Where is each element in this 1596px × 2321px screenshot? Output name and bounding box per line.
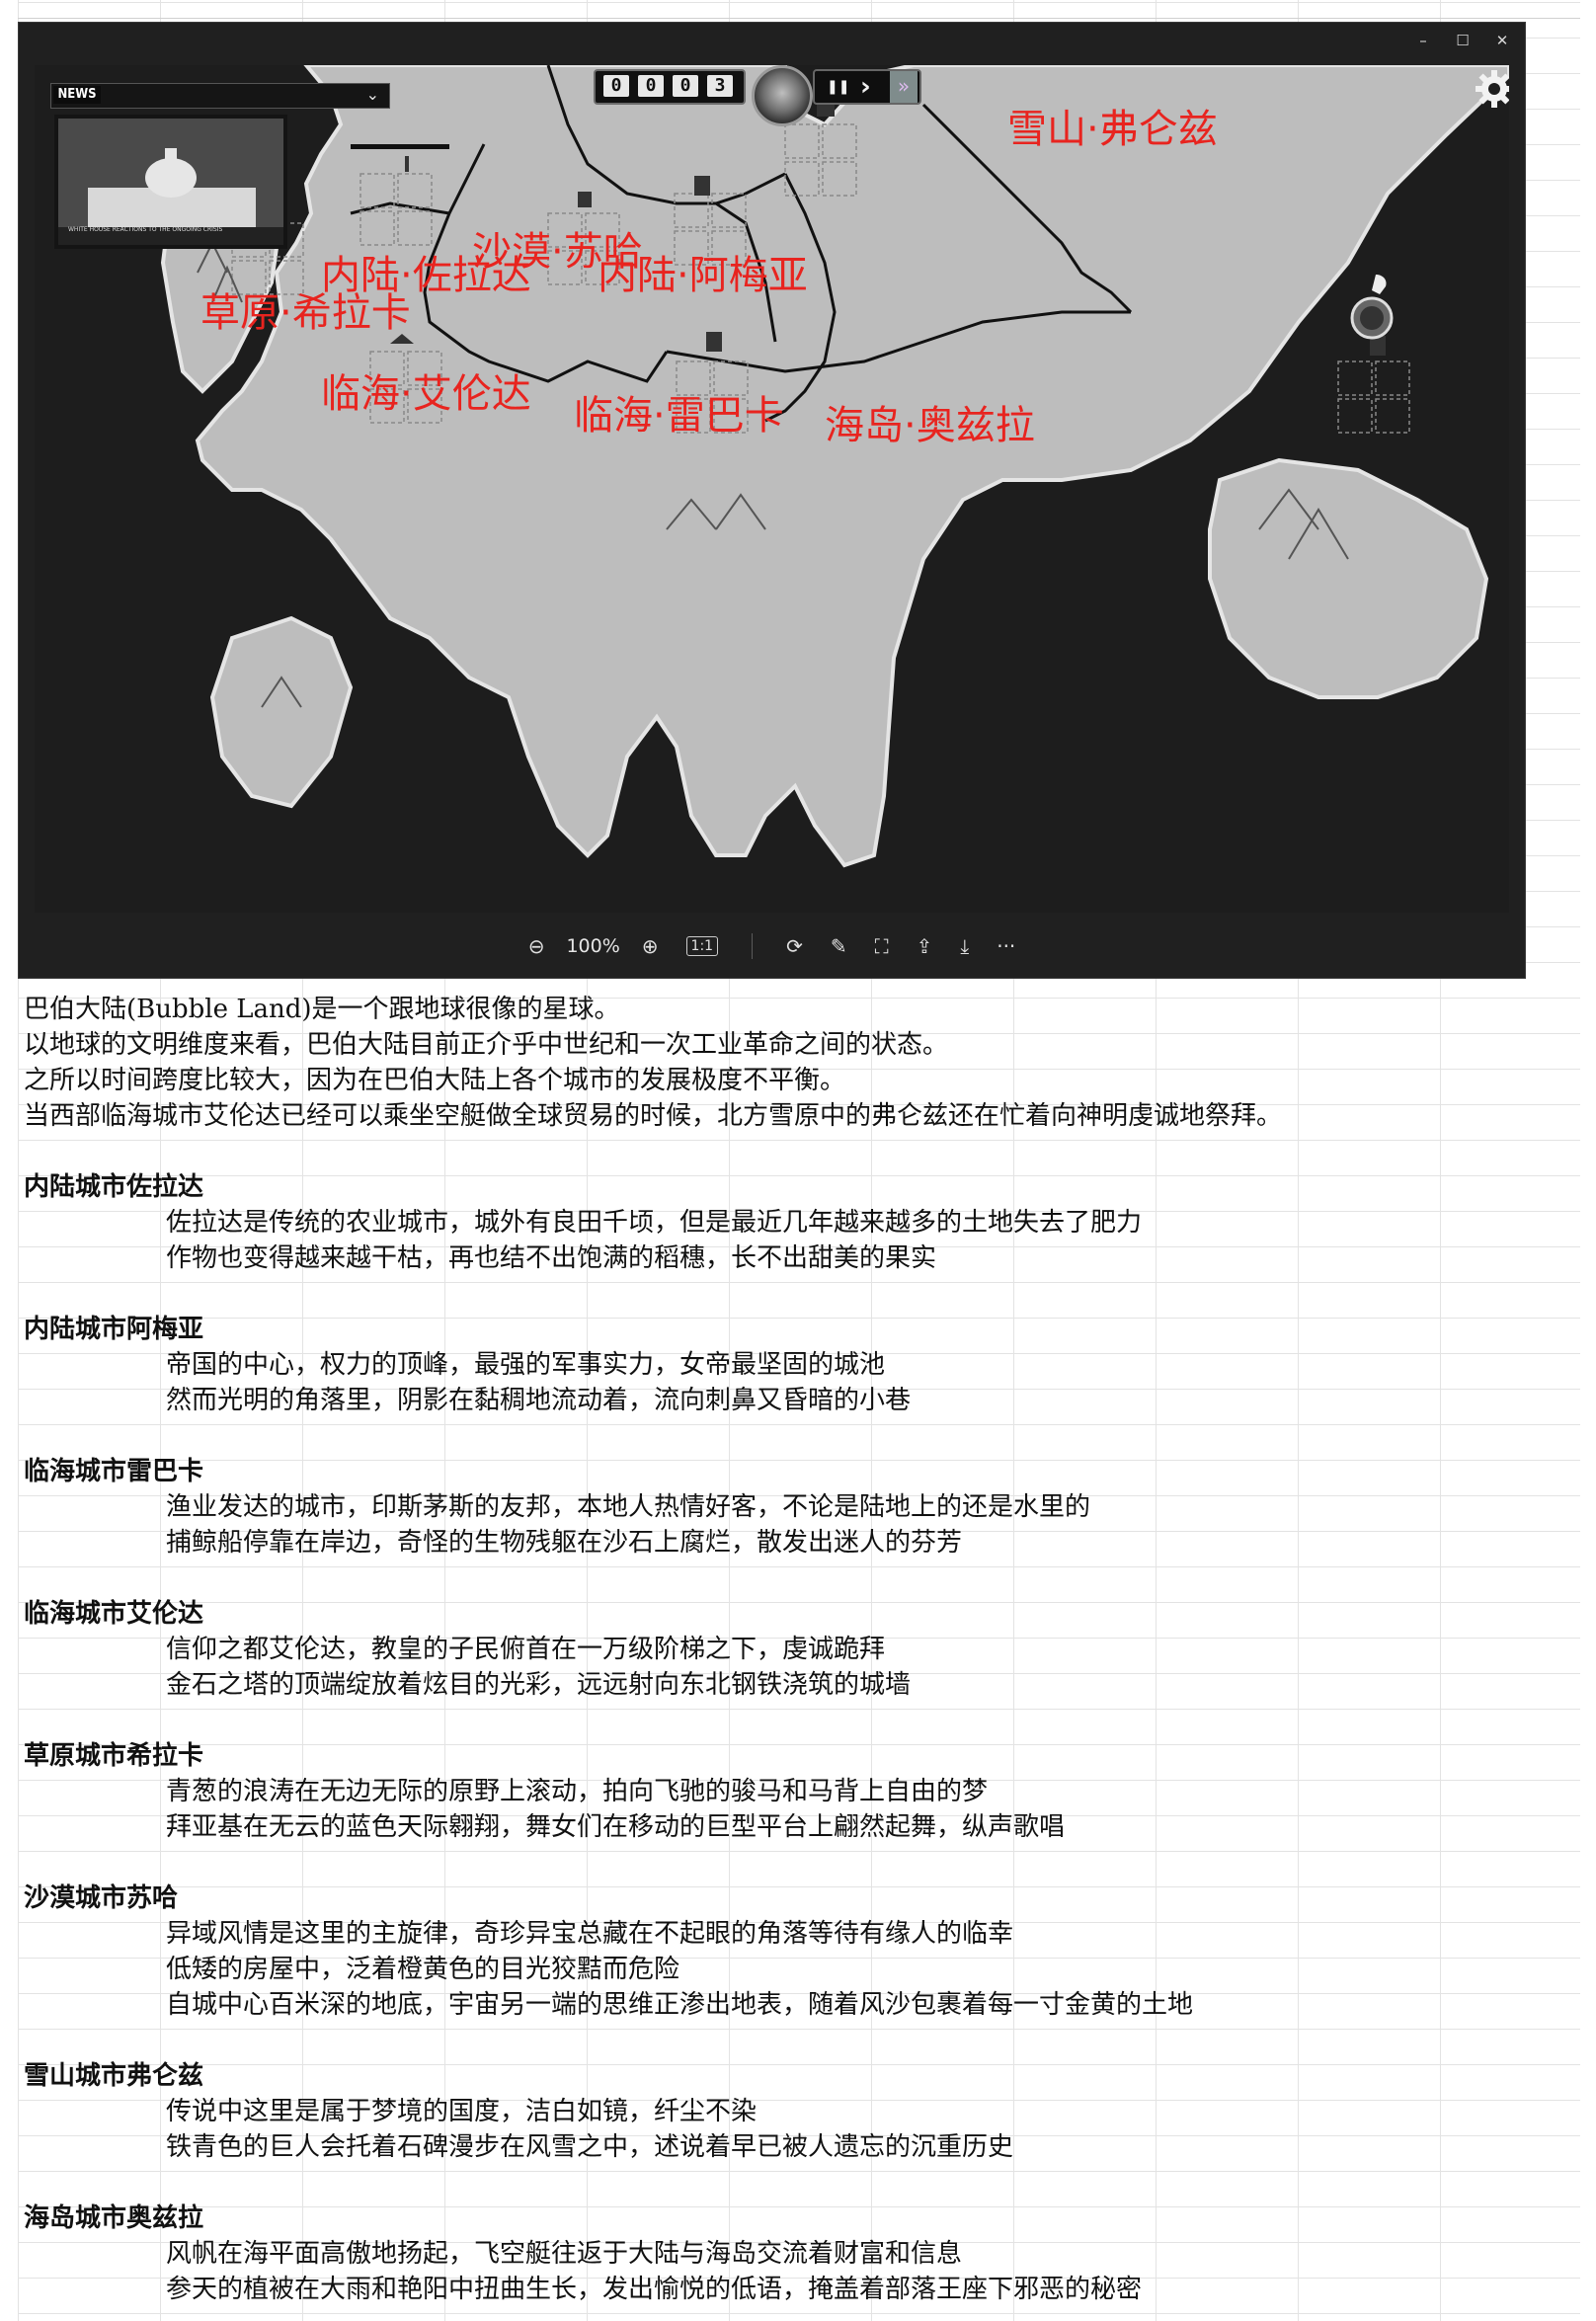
- play-button[interactable]: ›: [860, 73, 871, 101]
- section-line: 异域风情是这里的主旋律，奇珍异宝总藏在不起眼的角落等待有缘人的临幸: [166, 1919, 1014, 1949]
- news-panel: NEWS ⌄ WHITE HOUSE REACTIONS TO THE ONGO…: [50, 83, 390, 249]
- counter-digit: 0: [638, 75, 664, 97]
- window-controls: – ☐ ✕: [1410, 29, 1515, 52]
- chevron-down-icon[interactable]: ⌄: [366, 85, 379, 104]
- section-line: 渔业发达的城市，印斯茅斯的友邦，本地人热情好客，不论是陆地上的还是水里的: [166, 1492, 1091, 1522]
- close-button[interactable]: ✕: [1489, 29, 1515, 52]
- zoom-out-icon[interactable]: ⊖: [528, 934, 545, 958]
- section-line: 拜亚基在无云的蓝色天际翱翔，舞女们在移动的巨型平台上翩然起舞，纵声歌唱: [166, 1812, 1066, 1842]
- intro-line: 当西部临海城市艾伦达已经可以乘坐空艇做全球贸易的时候，北方雪原中的弗仑兹还在忙着…: [24, 1101, 1283, 1131]
- section-title: 海岛城市奥兹拉: [24, 2203, 204, 2233]
- counter-digit: 0: [603, 75, 629, 97]
- map-image: NEWS ⌄ WHITE HOUSE REACTIONS TO THE ONGO…: [35, 65, 1509, 913]
- intro-line: 以地球的文明维度来看，巴伯大陆目前正介乎中世纪和一次工业革命之间的状态。: [24, 1030, 949, 1060]
- news-thumbnail[interactable]: WHITE HOUSE REACTIONS TO THE ONGOING CRI…: [54, 115, 287, 249]
- crop-icon[interactable]: ⛶: [875, 934, 889, 958]
- section-title: 草原城市希拉卡: [24, 1741, 204, 1771]
- region-label-leibaka: 临海·雷巴卡: [574, 393, 784, 439]
- zoom-in-icon[interactable]: ⊕: [642, 934, 659, 958]
- section-title: 内陆城市阿梅亚: [24, 1315, 204, 1344]
- section-title: 临海城市雷巴卡: [24, 1457, 204, 1486]
- news-tag: NEWS: [53, 86, 101, 104]
- region-label-ailunda: 临海·艾伦达: [321, 371, 531, 417]
- toolbar-divider: [752, 932, 754, 959]
- image-viewer-window: – ☐ ✕ NEWS ⌄ WHITE HOUSE REACTIONS TO TH…: [18, 22, 1526, 979]
- sheet-top-border: [18, 18, 1580, 19]
- share-icon[interactable]: ⇪: [917, 934, 933, 958]
- time-controls: ❚❚ › »: [813, 69, 921, 105]
- section-title: 内陆城市佐拉达: [24, 1172, 204, 1202]
- section-line: 然而光明的角落里，阴影在黏稠地流动着，流向刺鼻又昏暗的小巷: [166, 1386, 912, 1415]
- region-label-aozila: 海岛·奥兹拉: [825, 403, 1035, 448]
- section-line: 信仰之都艾伦达，教皇的子民俯首在一万级阶梯之下，虔诚跪拜: [166, 1635, 886, 1664]
- section-line: 传说中这里是属于梦境的国度，洁白如镜，纤尘不染: [166, 2097, 758, 2126]
- section-line: 帝国的中心，权力的顶峰，最强的军事实力，女帝最坚固的城池: [166, 1350, 886, 1380]
- fast-forward-button[interactable]: »: [890, 71, 918, 103]
- download-icon[interactable]: ⤓: [960, 934, 969, 958]
- section-title: 雪山城市弗仑兹: [24, 2061, 204, 2091]
- section-line: 低矮的房屋中，泛着橙黄色的目光狡黠而危险: [166, 1955, 680, 1984]
- intro-line: 之所以时间跨度比较大，因为在巴伯大陆上各个城市的发展极度不平衡。: [24, 1066, 846, 1095]
- day-counter: 0 0 0 3: [594, 69, 746, 105]
- section-title: 沙漠城市苏哈: [24, 1883, 179, 1913]
- location-marker-icon[interactable]: [1348, 271, 1396, 342]
- news-caption: WHITE HOUSE REACTIONS TO THE ONGOING CRI…: [68, 226, 223, 233]
- counter-digit: 0: [673, 75, 698, 97]
- intro-line: 巴伯大陆(Bubble Land)是一个跟地球很像的星球。: [24, 995, 620, 1024]
- section-title: 临海城市艾伦达: [24, 1599, 204, 1629]
- section-line: 自城中心百米深的地底，宇宙另一端的思维正渗出地表，随着风沙包裹着每一寸金黄的土地: [166, 1990, 1194, 2020]
- section-line: 铁青色的巨人会托着石碑漫步在风雪之中，述说着早已被人遗忘的沉重历史: [166, 2132, 1014, 2162]
- pause-button[interactable]: ❚❚: [827, 73, 849, 101]
- section-line: 捕鲸船停靠在岸边，奇怪的生物残躯在沙石上腐烂，散发出迷人的芬芳: [166, 1528, 963, 1558]
- rotate-icon[interactable]: ⟳: [786, 934, 803, 958]
- more-options-icon[interactable]: ···: [997, 934, 1015, 958]
- speed-dial[interactable]: [752, 65, 813, 126]
- section-line: 参天的植被在大雨和艳阳中扭曲生长，发出愉悦的低语，掩盖着部落王座下邪恶的秘密: [166, 2275, 1143, 2304]
- actual-size-button[interactable]: 1:1: [685, 935, 719, 956]
- region-label-fulunzi: 雪山·弗仑兹: [1007, 107, 1218, 152]
- region-label-ameiya: 内陆·阿梅亚: [598, 253, 808, 298]
- section-line: 作物也变得越来越干枯，再也结不出饱满的稻穗，长不出甜美的果实: [166, 1243, 937, 1273]
- game-hud: 0 0 0 3 ❚❚ › »: [594, 65, 921, 126]
- viewer-toolbar: ⊖ 100% ⊕ 1:1 ⟳ ✎ ⛶ ⇪ ⤓ ···: [19, 914, 1525, 978]
- zoom-level: 100%: [566, 934, 620, 957]
- section-line: 青葱的浪涛在无边无际的原野上滚动，拍向飞驰的骏马和马背上自由的梦: [166, 1777, 989, 1806]
- edit-icon[interactable]: ✎: [831, 934, 847, 958]
- section-line: 金石之塔的顶端绽放着炫目的光彩，远远射向东北钢铁浇筑的城墙: [166, 1670, 912, 1700]
- counter-digit: 3: [707, 75, 733, 97]
- section-line: 佐拉达是传统的农业城市，城外有良田千顷，但是最近几年越来越多的土地失去了肥力: [166, 1208, 1143, 1238]
- region-label-xilaka: 草原·希拉卡: [200, 290, 411, 336]
- section-line: 风帆在海平面高傲地扬起，飞空艇往返于大陆与海岛交流着财富和信息: [166, 2239, 963, 2269]
- news-bar[interactable]: NEWS ⌄: [50, 83, 390, 109]
- gear-icon[interactable]: [1475, 69, 1509, 109]
- maximize-button[interactable]: ☐: [1450, 29, 1476, 52]
- minimize-button[interactable]: –: [1410, 29, 1436, 52]
